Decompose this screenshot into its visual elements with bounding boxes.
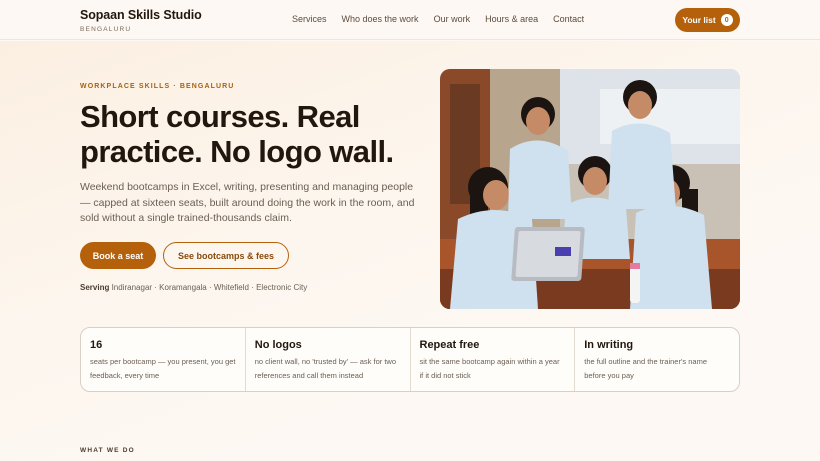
stat-text: sit the same bootcamp again within a yea… xyxy=(419,357,560,380)
book-seat-button[interactable]: Book a seat xyxy=(80,242,156,269)
section-heading-peek xyxy=(80,457,190,461)
hero-intro: Weekend bootcamps in Excel, writing, pre… xyxy=(80,181,415,224)
stat-text: the full outline and the trainer's name … xyxy=(584,357,708,380)
stat-title: Repeat free xyxy=(419,339,480,351)
hero-headline: Short courses. Real practice. No logo wa… xyxy=(80,99,394,169)
serving-label: Serving xyxy=(80,283,110,292)
brand-city: BENGALURU xyxy=(80,26,132,33)
nav-link-contact[interactable]: Contact xyxy=(553,14,584,24)
stat-repeat-free: Repeat free sit the same bootcamp again … xyxy=(411,328,576,391)
brand[interactable]: Sopaan Skills Studio BENGALURU xyxy=(80,8,202,33)
stat-title: No logos xyxy=(254,339,302,351)
classroom-illustration xyxy=(440,69,740,309)
top-navigation-bar: Sopaan Skills Studio BENGALURU Services … xyxy=(0,0,820,40)
see-bootcamps-button[interactable]: See bootcamps & fees xyxy=(163,242,289,269)
what-we-do-label: WHAT WE DO xyxy=(80,447,135,454)
nav-link-hours-area[interactable]: Hours & area xyxy=(485,14,538,24)
hero-eyebrow: WORKPLACE SKILLS · BENGALURU xyxy=(80,83,235,90)
main-nav: Services Who does the work Our work Hour… xyxy=(292,14,584,24)
brand-name: Sopaan Skills Studio xyxy=(80,8,202,22)
nav-link-services[interactable]: Services xyxy=(292,14,327,24)
your-list-button[interactable]: Your list 0 xyxy=(675,8,740,32)
list-count-badge: 0 xyxy=(720,14,733,26)
stat-title: 16 xyxy=(90,339,103,351)
stats-strip: 16 seats per bootcamp — you present, you… xyxy=(80,327,740,392)
stat-text: no client wall, no 'trusted by' — ask fo… xyxy=(254,357,397,380)
stat-seats: 16 seats per bootcamp — you present, you… xyxy=(81,328,246,391)
stat-text: seats per bootcamp — you present, you ge… xyxy=(90,357,236,380)
nav-link-our-work[interactable]: Our work xyxy=(434,14,471,24)
stat-no-logos: No logos no client wall, no 'trusted by'… xyxy=(246,328,411,391)
nav-link-who-does-the-work[interactable]: Who does the work xyxy=(342,14,419,24)
stat-title: In writing xyxy=(584,339,634,351)
your-list-label: Your list xyxy=(682,15,716,25)
serving-areas: Serving Indiranagar · Koramangala · Whit… xyxy=(80,283,307,292)
serving-areas-list: Indiranagar · Koramangala · Whitefield ·… xyxy=(111,283,308,292)
classroom-photo xyxy=(440,69,740,309)
stat-in-writing: In writing the full outline and the trai… xyxy=(575,328,739,391)
